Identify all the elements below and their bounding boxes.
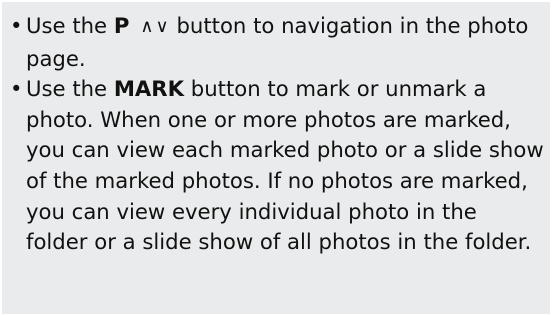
list-item-mark: • Use the MARK button to mark or unmark …: [10, 74, 544, 258]
item-text-start: Use the: [26, 76, 114, 102]
item-text-end: button to mark or unmark a photo. When o…: [26, 76, 544, 255]
document-page: • Use the P ∧ ∨ button to navigation in th…: [0, 0, 553, 316]
info-box: • Use the P ∧ ∨ button to navigation in th…: [2, 2, 550, 314]
bullet-marker: •: [10, 13, 23, 38]
list-item-navigation: • Use the P ∧ ∨ button to navigation in th…: [10, 11, 544, 74]
up-arrow-icon: ∧: [140, 16, 154, 37]
p-key-label: P: [113, 13, 130, 38]
mark-key-label: MARK: [113, 76, 185, 102]
item-text-start: Use the: [26, 13, 114, 38]
bullet-marker: •: [10, 76, 23, 102]
down-arrow-icon: ∨: [155, 16, 169, 37]
instruction-list: • Use the P ∧ ∨ button to navigation in th…: [10, 11, 544, 258]
